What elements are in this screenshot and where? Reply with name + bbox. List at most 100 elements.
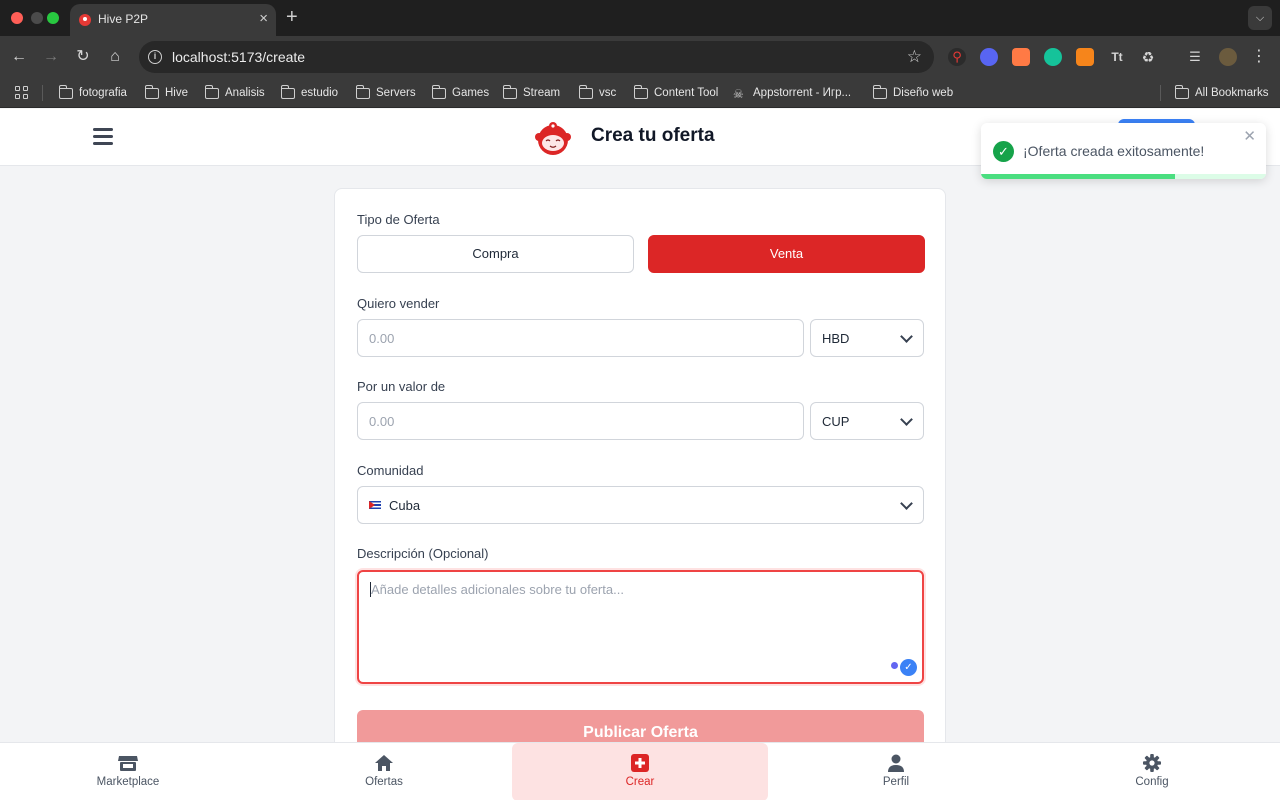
nav-item-marketplace[interactable]: Marketplace: [0, 743, 256, 800]
bookmark-label: Games: [452, 87, 490, 99]
nav-label: Ofertas: [365, 776, 403, 788]
bookmarks-bar: fotografia Hive Analisis estudio Servers…: [0, 78, 1280, 108]
grammarly-icon[interactable]: [1044, 48, 1062, 66]
bookmark-folder[interactable]: Diseño web: [872, 85, 953, 101]
orange-extension-icon[interactable]: [1012, 48, 1030, 66]
nav-item-perfil[interactable]: Perfil: [768, 743, 1024, 800]
folder-icon: [431, 85, 446, 99]
tab-title: Hive P2P: [98, 12, 149, 26]
password-manager-icon[interactable]: ⚲: [948, 48, 966, 66]
description-label: Descripción (Opcional): [357, 546, 489, 561]
bookmark-link[interactable]: ☠ Appstorrent - Игр...: [733, 85, 851, 101]
check-circle-icon: ✓: [993, 141, 1014, 162]
reload-icon[interactable]: ↻: [72, 46, 94, 68]
grammar-check-icon[interactable]: ✓: [900, 659, 917, 676]
chevron-down-icon: [900, 330, 913, 343]
window-minimize-button[interactable]: [31, 12, 43, 24]
profile-avatar[interactable]: [1219, 48, 1237, 66]
page-title: Crea tu oferta: [591, 125, 715, 146]
forward-arrow-icon[interactable]: →: [40, 46, 62, 68]
ghost-extension-icon[interactable]: [980, 48, 998, 66]
close-icon[interactable]: ✕: [1243, 127, 1256, 145]
community-value: Cuba: [389, 498, 421, 513]
bookmarks-separator: [42, 85, 43, 101]
bookmark-label: Stream: [523, 87, 561, 99]
bookmark-folder[interactable]: Servers: [355, 85, 416, 101]
bookmark-label: Appstorrent - Игр...: [753, 87, 852, 99]
tab-search-button[interactable]: ⌵: [1248, 6, 1272, 30]
nav-item-ofertas[interactable]: Ofertas: [256, 743, 512, 800]
hamburger-menu-icon[interactable]: [93, 128, 113, 146]
value-currency-value: CUP: [822, 414, 850, 429]
bookmark-label: All Bookmarks: [1195, 87, 1269, 99]
bookmark-folder[interactable]: fotografia: [58, 85, 127, 101]
browser-tab[interactable]: Hive P2P ×: [70, 4, 276, 36]
gear-icon: [1143, 754, 1161, 772]
address-bar[interactable]: i localhost:5173/create ☆: [139, 41, 934, 73]
bookmark-folder[interactable]: Stream: [502, 85, 561, 101]
create-offer-card: Tipo de Oferta Compra Venta Quiero vende…: [334, 188, 946, 758]
bookmark-label: Analisis: [225, 87, 265, 99]
skull-icon: ☠: [733, 87, 744, 101]
toast-progress-bar: [981, 174, 1175, 179]
window-zoom-button[interactable]: [47, 12, 59, 24]
bookmark-label: Hive: [165, 87, 189, 99]
folder-icon: [633, 85, 648, 99]
bookmark-folder[interactable]: estudio: [280, 85, 338, 101]
bookmark-folder[interactable]: vsc: [578, 85, 617, 101]
offer-type-venta-button[interactable]: Venta: [648, 235, 925, 273]
nav-item-config[interactable]: Config: [1024, 743, 1280, 800]
bookmark-folder[interactable]: Content Tool: [633, 85, 719, 101]
offer-type-compra-button[interactable]: Compra: [357, 235, 634, 273]
text-extension-icon[interactable]: Tt: [1107, 48, 1127, 66]
community-select[interactable]: Cuba: [357, 486, 924, 524]
more-menu-icon[interactable]: ⋮: [1250, 48, 1268, 66]
tab-close-icon[interactable]: ×: [259, 10, 268, 28]
metamask-icon[interactable]: [1076, 48, 1094, 66]
folder-icon: [280, 85, 295, 99]
bookmark-label: Content Tool: [654, 87, 719, 99]
window-close-button[interactable]: [11, 12, 23, 24]
folder-icon: [1174, 85, 1189, 99]
value-amount-input[interactable]: 0.00: [357, 402, 804, 440]
new-tab-button[interactable]: +: [286, 6, 298, 28]
nav-label: Marketplace: [96, 776, 160, 788]
browser-tab-bar: Hive P2P × + ⌵: [0, 0, 1280, 36]
bookmark-folder[interactable]: Hive: [144, 85, 189, 101]
bookmark-label: vsc: [599, 87, 617, 99]
extensions-puzzle-icon[interactable]: ♻: [1139, 48, 1157, 66]
home-button-icon[interactable]: ⌂: [104, 46, 126, 68]
nav-label: Crear: [625, 776, 655, 788]
all-bookmarks-button[interactable]: All Bookmarks: [1174, 85, 1269, 101]
description-placeholder: Añade detalles adicionales sobre tu ofer…: [371, 582, 624, 597]
nav-label: Perfil: [882, 776, 910, 788]
back-arrow-icon[interactable]: ←: [8, 46, 30, 68]
community-label: Comunidad: [357, 463, 424, 478]
value-amount-label: Por un valor de: [357, 379, 446, 394]
sell-currency-select[interactable]: HBD: [810, 319, 924, 357]
bookmark-star-icon[interactable]: ☆: [907, 47, 922, 67]
store-icon: [118, 756, 138, 771]
sell-amount-label: Quiero vender: [357, 296, 440, 311]
user-icon: [888, 754, 904, 772]
nav-label: Config: [1135, 776, 1169, 788]
folder-icon: [578, 85, 593, 99]
browser-toolbar: ← → ↻ ⌂ i localhost:5173/create ☆ ⚲ Tt ♻…: [0, 36, 1280, 78]
site-info-icon[interactable]: i: [148, 50, 162, 64]
home-icon: [375, 755, 393, 771]
folder-icon: [204, 85, 219, 99]
chevron-down-icon: [900, 497, 913, 510]
plus-square-icon: [631, 754, 649, 772]
value-currency-select[interactable]: CUP: [810, 402, 924, 440]
url-text[interactable]: localhost:5173/create: [172, 49, 305, 65]
description-textarea[interactable]: Añade detalles adicionales sobre tu ofer…: [357, 570, 924, 684]
bookmark-folder[interactable]: Analisis: [204, 85, 265, 101]
sell-amount-input[interactable]: 0.00: [357, 319, 804, 357]
folder-icon: [872, 85, 887, 99]
bookmark-folder[interactable]: Games: [431, 85, 490, 101]
nav-item-crear[interactable]: Crear: [512, 743, 768, 800]
grammar-indicator-icon: [891, 662, 898, 669]
reading-list-icon[interactable]: ☰: [1186, 48, 1204, 66]
chevron-down-icon: [900, 413, 913, 426]
apps-grid-icon[interactable]: [15, 86, 29, 100]
